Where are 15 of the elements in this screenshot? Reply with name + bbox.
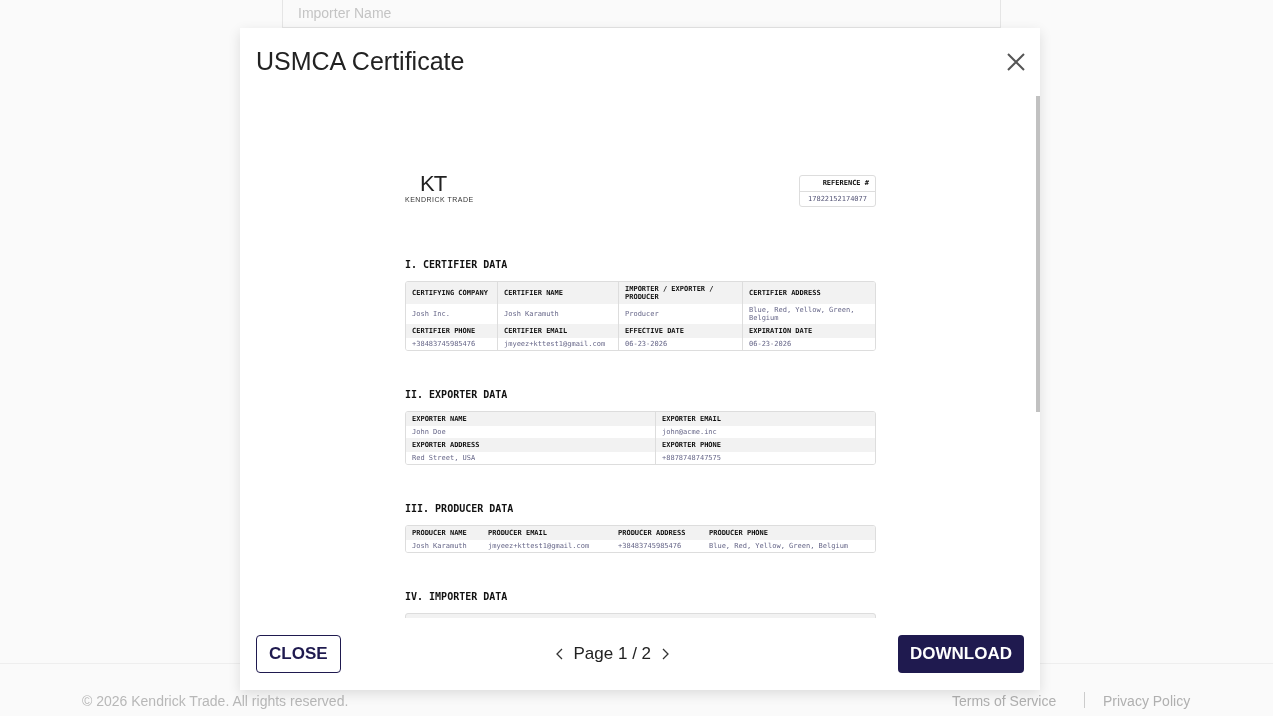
section-heading: II. EXPORTER DATA — [405, 389, 508, 400]
section-heading: IV. IMPORTER DATA — [405, 591, 508, 602]
next-page-icon[interactable] — [661, 648, 670, 660]
previous-page-icon[interactable] — [555, 648, 564, 660]
section-heading: I. CERTIFIER DATA — [405, 259, 508, 270]
footer-link[interactable]: Terms of Service — [952, 691, 1057, 712]
scrollbar-thumb[interactable] — [1036, 96, 1040, 412]
footer-link[interactable]: Privacy Policy — [1103, 691, 1191, 712]
close-icon[interactable] — [1006, 52, 1026, 72]
copyright-text: © 2026 Kendrick Trade. All rights reserved. — [82, 692, 349, 711]
page-indicator: Page 1 / 2 — [573, 643, 652, 666]
modal-title: USMCA Certificate — [256, 46, 465, 78]
close-button[interactable]: CLOSE — [256, 635, 341, 673]
section-heading: III. PRODUCER DATA — [405, 503, 514, 514]
download-button[interactable]: DOWNLOAD — [898, 635, 1024, 673]
